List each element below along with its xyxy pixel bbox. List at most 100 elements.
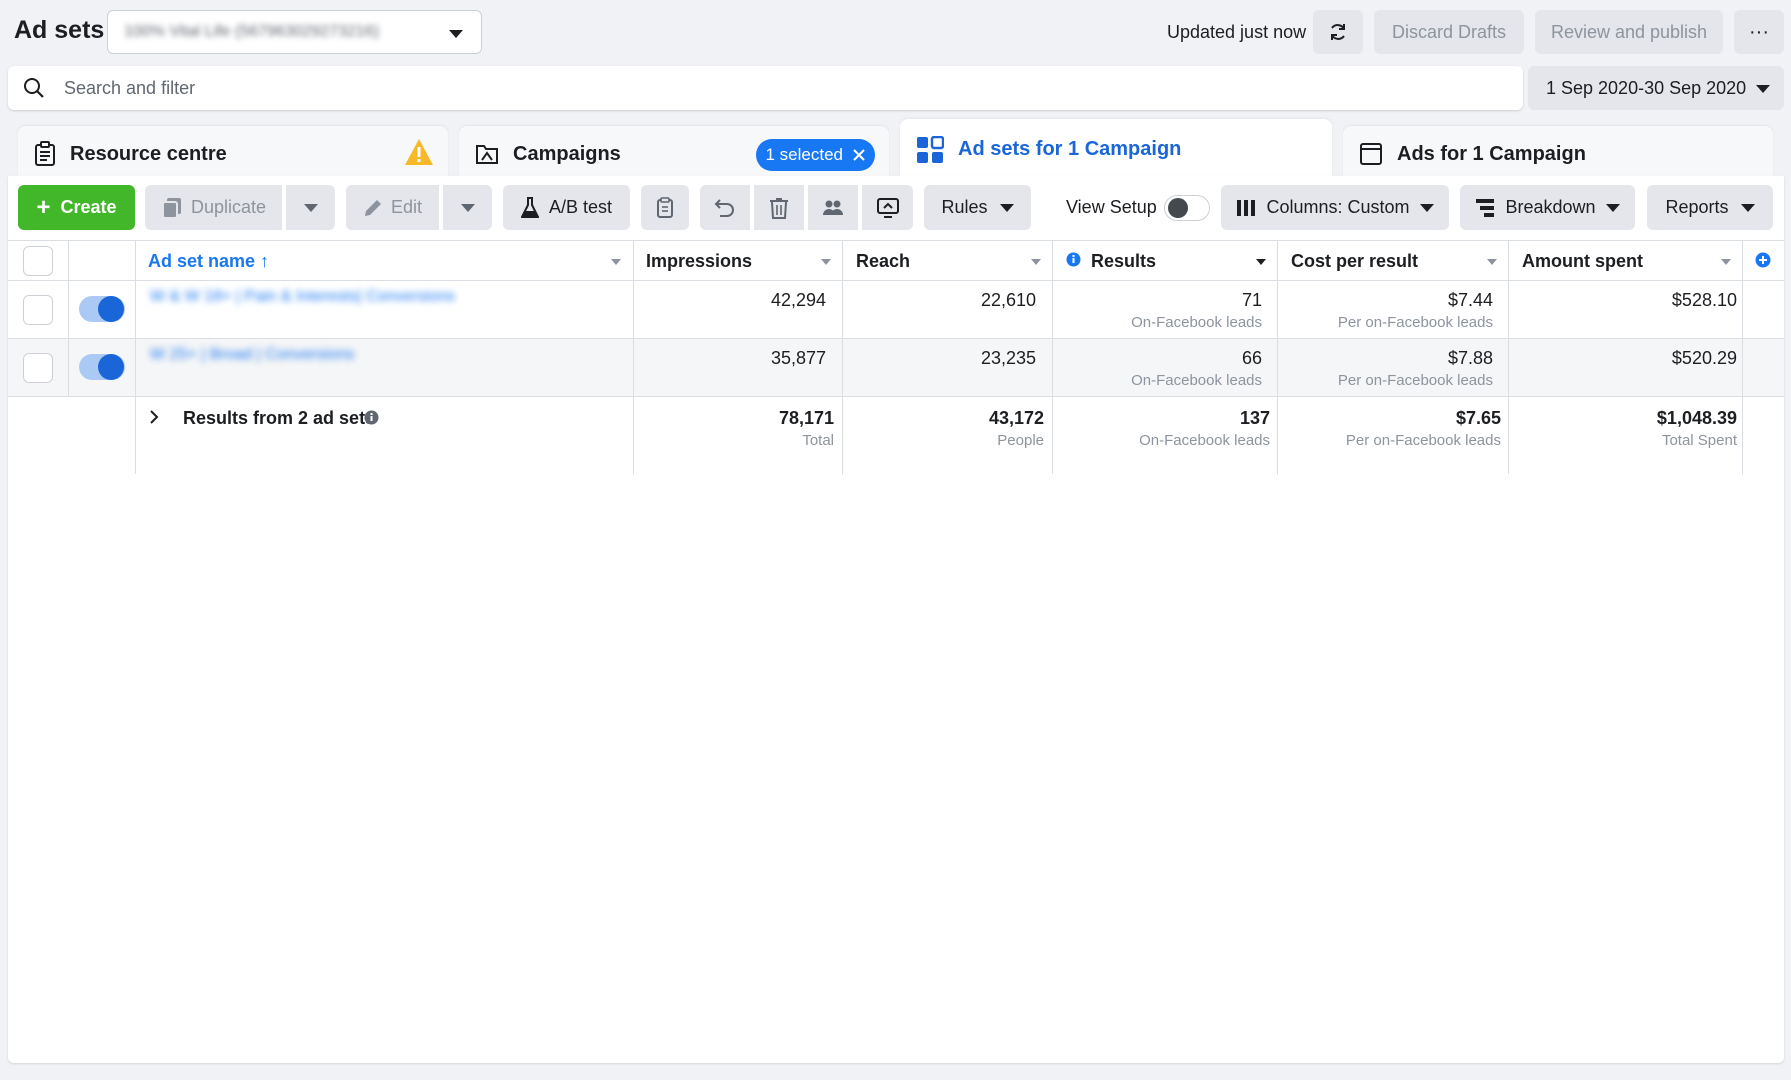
- grid-icon: [916, 135, 944, 164]
- tab-label: Campaigns: [513, 142, 621, 165]
- divider: [68, 240, 69, 396]
- sort-caret-icon[interactable]: [1487, 259, 1497, 265]
- rules-button[interactable]: Rules: [924, 185, 1031, 230]
- row-checkbox[interactable]: [23, 353, 53, 383]
- account-select[interactable]: 100% Vital Life (567963029273216): [107, 10, 482, 54]
- column-header-impressions[interactable]: Impressions: [646, 251, 752, 272]
- info-icon[interactable]: [1066, 252, 1081, 267]
- refresh-icon: [1331, 24, 1345, 40]
- sort-caret-icon[interactable]: [821, 259, 831, 265]
- chevron-down-icon: [1740, 203, 1755, 212]
- toggle-knob: [98, 354, 124, 380]
- rules-label: Rules: [941, 197, 988, 217]
- tab-label: Ads for 1 Campaign: [1397, 142, 1586, 165]
- edit-label: Edit: [390, 197, 423, 217]
- warning-icon: [405, 139, 433, 165]
- divider: [842, 240, 843, 474]
- view-setup-toggle[interactable]: [1164, 195, 1210, 221]
- cell-results-sub: On-Facebook leads: [1131, 372, 1262, 389]
- date-range-picker[interactable]: 1 Sep 2020-30 Sep 2020: [1528, 66, 1784, 110]
- close-icon[interactable]: [853, 149, 865, 161]
- toggle-knob: [1168, 198, 1188, 218]
- column-header-name[interactable]: Ad set name ↑: [148, 251, 269, 272]
- paste-button[interactable]: [641, 185, 689, 230]
- edit-button[interactable]: Edit: [346, 185, 439, 230]
- reports-button[interactable]: Reports: [1647, 185, 1773, 230]
- cell-results: 71: [1241, 290, 1262, 310]
- info-icon[interactable]: [364, 410, 379, 425]
- window-icon: [1359, 142, 1383, 166]
- column-header-cost-per-result[interactable]: Cost per result: [1291, 251, 1418, 272]
- cell-reach: 22,610: [980, 290, 1036, 310]
- trash-icon: [770, 197, 788, 219]
- updated-status: Updated just now: [1167, 22, 1307, 42]
- chevron-down-icon: [449, 30, 463, 38]
- chevron-right-icon[interactable]: [148, 409, 160, 425]
- tab-ads[interactable]: Ads for 1 Campaign: [1343, 126, 1773, 182]
- selected-badge[interactable]: 1 selected: [755, 139, 875, 171]
- divider: [1508, 240, 1509, 474]
- account-name: 100% Vital Life (567963029273216): [124, 23, 380, 40]
- edit-dropdown[interactable]: [443, 185, 492, 230]
- duplicate-button[interactable]: Duplicate: [145, 185, 282, 230]
- divider: [8, 338, 1784, 339]
- sort-caret-icon[interactable]: [611, 259, 621, 265]
- share-button[interactable]: [862, 185, 913, 230]
- clipboard-icon: [34, 141, 56, 167]
- search-bar: [8, 66, 1523, 110]
- tab-campaigns[interactable]: Campaigns 1 selected: [459, 126, 889, 182]
- undo-icon: [714, 198, 734, 217]
- add-column-icon[interactable]: [1755, 252, 1771, 268]
- undo-button[interactable]: [700, 185, 750, 230]
- row-checkbox[interactable]: [23, 295, 53, 325]
- flask-icon: [520, 196, 539, 218]
- pencil-icon: [364, 199, 381, 216]
- breakdown-button[interactable]: Breakdown: [1460, 185, 1635, 230]
- total-results-sub: On-Facebook leads: [1139, 432, 1270, 449]
- discard-drafts-button[interactable]: Discard Drafts: [1374, 10, 1524, 54]
- review-publish-button[interactable]: Review and publish: [1535, 10, 1723, 54]
- total-impressions-sub: Total: [802, 432, 834, 449]
- toggle-knob: [98, 296, 124, 322]
- reports-label: Reports: [1665, 197, 1729, 217]
- chevron-down-icon: [1419, 203, 1434, 212]
- total-impressions: 78,171: [778, 408, 834, 428]
- audience-button[interactable]: [808, 185, 858, 230]
- cell-cost-sub: Per on-Facebook leads: [1337, 372, 1493, 389]
- duplicate-dropdown[interactable]: [286, 185, 335, 230]
- select-all-checkbox[interactable]: [23, 246, 53, 276]
- column-header-results[interactable]: Results: [1091, 251, 1156, 272]
- tab-resource-centre[interactable]: Resource centre: [18, 126, 448, 182]
- create-label: Create: [60, 197, 117, 217]
- ad-set-name-link[interactable]: W 25+ | Broad | Conversions: [150, 346, 354, 364]
- ad-set-name-link[interactable]: W & W 18+ | Pain & Interests| Conversion…: [150, 288, 455, 306]
- search-input[interactable]: [64, 72, 1504, 104]
- sort-caret-icon[interactable]: [1256, 259, 1266, 265]
- columns-button[interactable]: Columns: Custom: [1221, 185, 1449, 230]
- divider: [1742, 240, 1743, 474]
- sort-caret-icon[interactable]: [1721, 259, 1731, 265]
- sort-caret-icon[interactable]: [1031, 259, 1041, 265]
- divider: [8, 396, 1784, 397]
- column-header-reach[interactable]: Reach: [856, 251, 910, 272]
- cell-spent: $520.29: [1671, 348, 1737, 368]
- more-options-button[interactable]: ···: [1734, 10, 1784, 54]
- total-cost: $7.65: [1455, 408, 1501, 428]
- ab-test-label: A/B test: [548, 197, 613, 217]
- selected-count: 1 selected: [765, 145, 844, 164]
- create-button[interactable]: + Create: [18, 185, 135, 230]
- delete-button[interactable]: [754, 185, 804, 230]
- ab-test-button[interactable]: A/B test: [503, 185, 630, 230]
- date-range-label: 1 Sep 2020-30 Sep 2020: [1546, 77, 1747, 98]
- columns-label: Columns: Custom: [1266, 197, 1410, 217]
- duplicate-label: Duplicate: [190, 197, 267, 217]
- cell-results: 66: [1241, 348, 1262, 368]
- row-status-toggle[interactable]: [79, 354, 125, 380]
- column-header-amount-spent[interactable]: Amount spent: [1522, 251, 1643, 272]
- total-spent: $1,048.39: [1656, 408, 1737, 428]
- divider: [135, 240, 136, 474]
- cell-impressions: 35,877: [770, 348, 826, 368]
- tab-ad-sets[interactable]: Ad sets for 1 Campaign: [900, 119, 1332, 180]
- refresh-button[interactable]: [1313, 10, 1363, 54]
- row-status-toggle[interactable]: [79, 296, 125, 322]
